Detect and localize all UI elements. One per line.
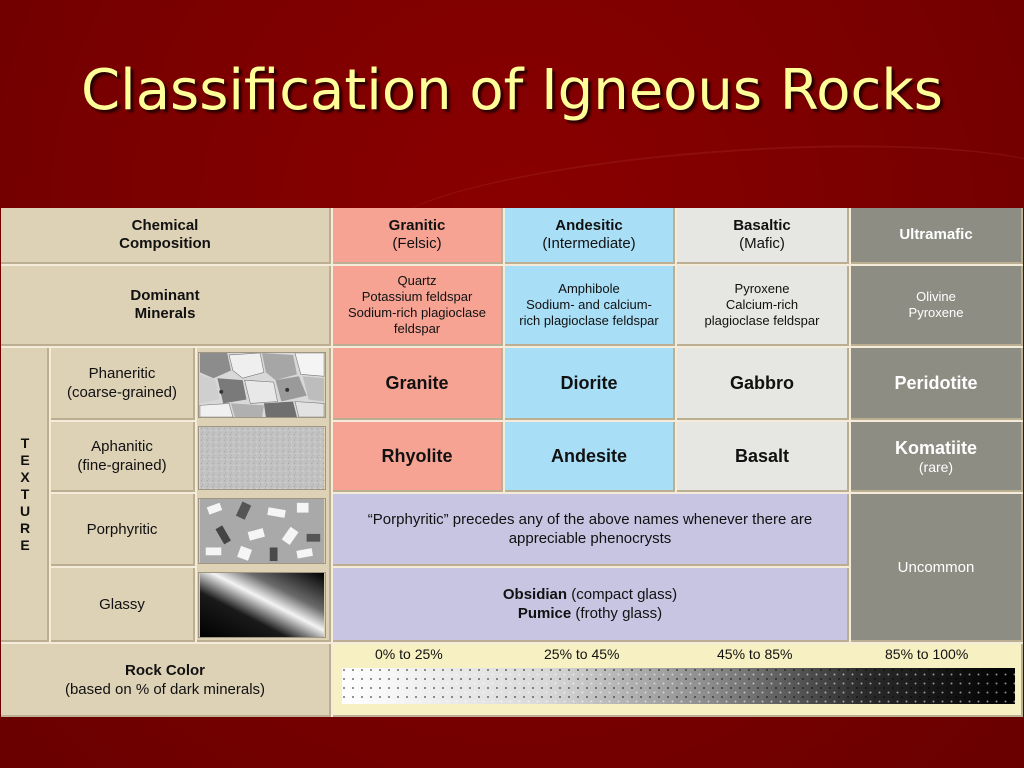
texture-letter-1: E (20, 451, 30, 468)
rock-peridotite: Peridotite (851, 348, 1023, 420)
glassy-sample-image (198, 572, 326, 638)
mineral-sodium-plagioclase: Sodium-rich plagioclase feldspar (347, 305, 486, 336)
mineral-potassium-feldspar: Potassium feldspar (361, 289, 473, 304)
texture-aphanitic: Aphanitic (fine-grained) (51, 422, 195, 492)
header-andesitic: Andesitic (Intermediate) (505, 208, 675, 264)
texture-letter-6: E (20, 536, 30, 553)
color-range-85-100: 85% to 100% (885, 646, 969, 662)
mineral-pyroxene: Pyroxene (734, 281, 790, 296)
mineral-pyroxene-ultra: Pyroxene (908, 305, 964, 320)
rock-color-label: Rock Color (based on % of dark minerals) (1, 644, 331, 717)
color-range-0-25: 0% to 25% (375, 646, 443, 662)
mineral-amphibole: Amphibole (558, 281, 620, 296)
mineral-calcium-plagioclase: Calcium-rich plagioclase feldspar (704, 297, 820, 328)
texture-porphyritic: Porphyritic (51, 494, 195, 566)
rock-komatiite: Komatiite (rare) (851, 422, 1023, 492)
color-range-45-85: 45% to 85% (717, 646, 793, 662)
texture-vertical-label: TEXTURE (3, 348, 47, 640)
texture-letter-0: T (20, 434, 30, 451)
header-basaltic: Basaltic (Mafic) (677, 208, 849, 264)
glassy-obsidian-line: Obsidian (compact glass) (503, 585, 677, 604)
header-andesitic-label: Andesitic (555, 217, 623, 234)
minerals-basaltic: Pyroxene Calcium-rich plagioclase feldsp… (677, 266, 849, 346)
rock-diorite: Diorite (505, 348, 675, 420)
header-granitic: Granitic (Felsic) (333, 208, 503, 264)
header-granitic-label: Granitic (388, 217, 446, 234)
header-basaltic-sub: (Mafic) (739, 235, 785, 252)
mineral-quartz: Quartz (397, 273, 437, 288)
texture-letter-4: U (19, 502, 31, 519)
minerals-granitic: Quartz Potassium feldspar Sodium-rich pl… (333, 266, 503, 346)
texture-letter-2: X (20, 468, 30, 485)
minerals-label: Dominant Minerals (1, 266, 331, 346)
aphanitic-sample-image (198, 426, 326, 490)
rock-komatiite-label: Komatiite (894, 437, 977, 458)
classification-table: Chemical Composition Granitic (Felsic) A… (1, 208, 1023, 717)
glassy-pumice-line: Pumice (frothy glass) (518, 604, 662, 623)
header-andesitic-sub: (Intermediate) (542, 235, 636, 252)
header-chemical-composition: Chemical Composition (1, 208, 331, 264)
texture-letter-3: T (20, 485, 30, 502)
header-basaltic-label: Basaltic (733, 217, 791, 234)
texture-letter-5: R (19, 519, 31, 536)
color-range-25-45: 25% to 45% (544, 646, 620, 662)
ultramafic-uncommon: Uncommon (851, 494, 1023, 642)
glassy-rocks: Obsidian (compact glass) Pumice (frothy … (333, 568, 849, 642)
rock-komatiite-note: (rare) (918, 458, 954, 475)
phaneritic-sample-image (198, 352, 326, 418)
rock-gabbro: Gabbro (677, 348, 849, 420)
texture-glassy: Glassy (51, 568, 195, 642)
rock-basalt: Basalt (677, 422, 849, 492)
header-ultramafic: Ultramafic (851, 208, 1023, 264)
rock-andesite: Andesite (505, 422, 675, 492)
rock-pumice: Pumice (517, 605, 572, 622)
rock-obsidian: Obsidian (502, 586, 568, 603)
rock-color-sub: (based on % of dark minerals) (64, 680, 266, 698)
obsidian-note: (compact glass) (571, 586, 678, 603)
mineral-olivine: Olivine (916, 289, 956, 304)
pumice-note: (frothy glass) (575, 605, 663, 622)
dark-mineral-gradient-strip (342, 668, 1015, 704)
header-granitic-sub: (Felsic) (392, 235, 442, 252)
rock-color-title: Rock Color (124, 661, 205, 679)
rock-granite: Granite (333, 348, 503, 420)
mineral-sodium-calcium-plagioclase: Sodium- and calcium-rich plagioclase fel… (519, 297, 659, 328)
rock-rhyolite: Rhyolite (333, 422, 503, 492)
texture-phaneritic: Phaneritic (coarse-grained) (51, 348, 195, 420)
porphyritic-note: “Porphyritic” precedes any of the above … (333, 494, 849, 566)
minerals-ultramafic: Olivine Pyroxene (851, 266, 1023, 346)
porphyritic-sample-image (198, 498, 326, 564)
minerals-andesitic: Amphibole Sodium- and calcium-rich plagi… (505, 266, 675, 346)
slide-title: Classification of Igneous Rocks (81, 58, 943, 123)
